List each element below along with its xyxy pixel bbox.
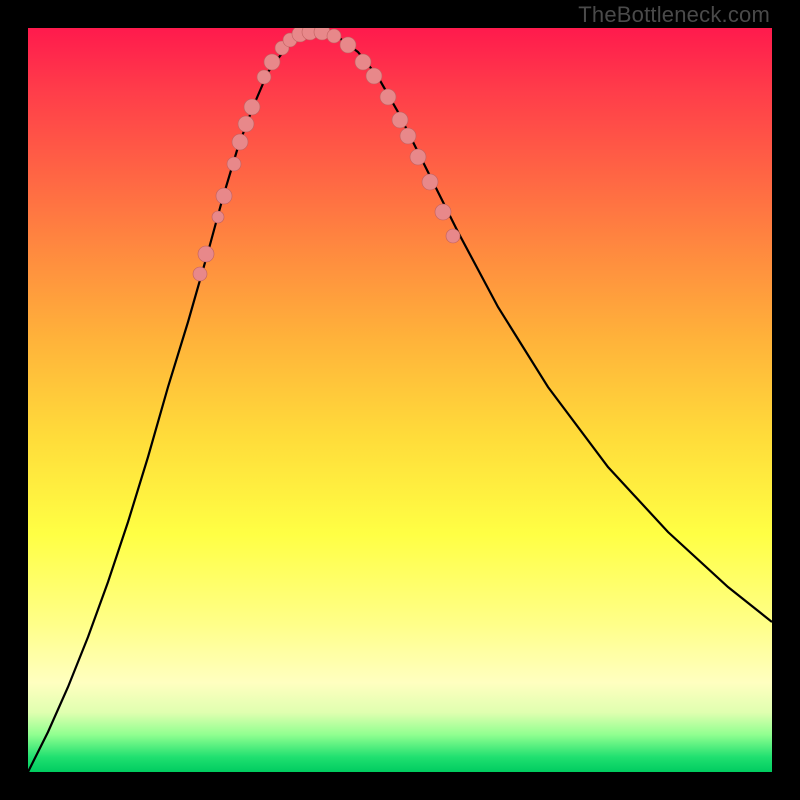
data-dot (212, 211, 224, 223)
data-dot (380, 89, 396, 105)
data-dot (340, 37, 356, 53)
data-dot (355, 54, 371, 70)
data-dot (366, 68, 382, 84)
data-dot (257, 70, 271, 84)
data-dot (400, 128, 416, 144)
bottleneck-curve (28, 32, 772, 772)
data-dot (193, 267, 207, 281)
data-dot (446, 229, 460, 243)
data-dot (232, 134, 248, 150)
data-dot (422, 174, 438, 190)
data-dot (244, 99, 260, 115)
chart-frame: TheBottleneck.com (0, 0, 800, 800)
chart-svg (28, 28, 772, 772)
data-dot (216, 188, 232, 204)
data-dot (227, 157, 241, 171)
data-dots (193, 28, 460, 281)
data-dot (410, 149, 426, 165)
data-dot (327, 29, 341, 43)
watermark-text: TheBottleneck.com (578, 2, 770, 28)
plot-area (28, 28, 772, 772)
data-dot (238, 116, 254, 132)
data-dot (198, 246, 214, 262)
data-dot (264, 54, 280, 70)
data-dot (435, 204, 451, 220)
data-dot (392, 112, 408, 128)
